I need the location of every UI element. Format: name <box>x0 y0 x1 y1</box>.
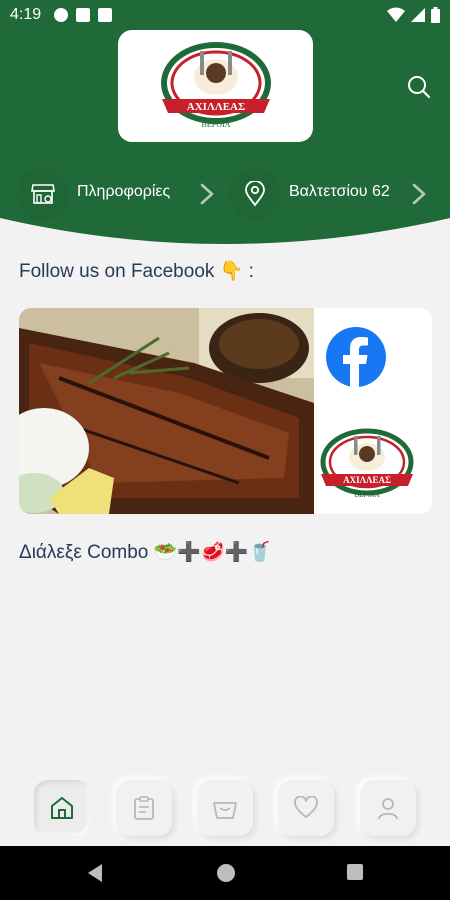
info-row: Πληροφορίες Βαλτετσίου 62 <box>0 168 450 220</box>
info-label: Πληροφορίες <box>77 183 171 200</box>
home-circle-icon[interactable] <box>216 863 236 883</box>
back-icon[interactable] <box>86 863 104 883</box>
svg-text:ΑΧΙΛΛΕΑΣ: ΑΧΙΛΛΕΑΣ <box>186 101 244 113</box>
signal-icon <box>411 8 425 22</box>
facebook-icon <box>326 327 386 387</box>
store-icon-circle <box>17 168 69 220</box>
user-icon <box>378 798 398 820</box>
restaurant-logo-small: ΑΧΙΛΛΕΑΣ ΒΕΡΟΙΑ <box>320 428 414 499</box>
media-notification-icon <box>76 8 90 22</box>
location-pin-icon <box>245 181 265 207</box>
search-button[interactable] <box>404 72 434 102</box>
chevron-right-icon <box>412 183 426 205</box>
home-icon <box>51 797 73 819</box>
nav-favorites-button[interactable] <box>278 780 334 836</box>
svg-text:ΑΧΙΛΛΕΑΣ: ΑΧΙΛΛΕΑΣ <box>343 475 391 485</box>
battery-icon <box>431 7 440 23</box>
status-time: 4:19 <box>10 6 42 23</box>
food-image <box>19 308 314 514</box>
settings-notification-icon <box>54 8 68 22</box>
restaurant-logo: ΑΧΙΛΛΕΑΣ ΒΕΡΟΙΑ <box>160 42 271 129</box>
address-label: Βαλτετσίου 62 <box>289 183 390 200</box>
nav-basket-button[interactable] <box>197 780 253 836</box>
nav-home-button[interactable] <box>34 780 90 836</box>
clipboard-icon <box>134 796 154 820</box>
search-icon <box>408 76 431 99</box>
header: ΑΧΙΛΛΕΑΣ ΒΕΡΟΙΑ Πληροφορίες Βαλτετσίου 6… <box>0 30 450 245</box>
system-nav-bar <box>0 846 450 900</box>
sd-card-icon <box>98 8 112 22</box>
nav-orders-button[interactable] <box>116 780 172 836</box>
notification-icons <box>54 8 112 22</box>
bottom-nav <box>0 770 450 846</box>
restaurant-logo-card[interactable]: ΑΧΙΛΛΕΑΣ ΒΕΡΟΙΑ <box>118 30 313 142</box>
svg-text:ΒΕΡΟΙΑ: ΒΕΡΟΙΑ <box>354 491 379 499</box>
heart-icon <box>294 796 318 818</box>
chevron-right-icon <box>200 183 214 205</box>
nav-profile-button[interactable] <box>360 780 416 836</box>
store-icon <box>31 184 55 204</box>
status-bar: 4:19 <box>0 0 450 30</box>
location-icon-circle <box>229 168 281 220</box>
facebook-section-title: Follow us on Facebook 👇 : <box>19 261 254 282</box>
svg-text:ΒΕΡΟΙΑ: ΒΕΡΟΙΑ <box>201 120 230 129</box>
combo-section-title: Διάλεξε Combo 🥗➕🥩➕🥤 <box>19 542 272 563</box>
facebook-banner[interactable]: ΑΧΙΛΛΕΑΣ ΒΕΡΟΙΑ <box>19 308 432 514</box>
wifi-icon <box>387 7 405 22</box>
basket-icon <box>213 802 237 819</box>
recents-icon[interactable] <box>346 863 364 881</box>
system-status-icons <box>387 7 440 23</box>
